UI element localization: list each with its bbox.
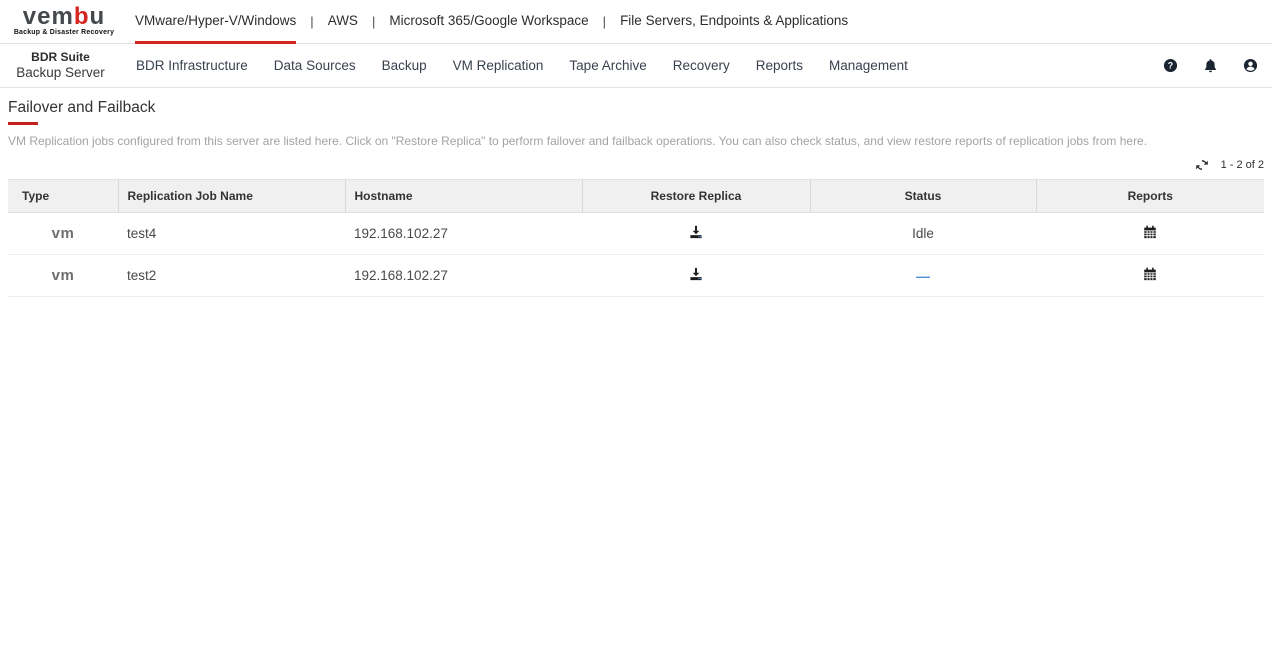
nav-vm-replication[interactable]: VM Replication: [453, 58, 544, 73]
content-area: Failover and Failback VM Replication job…: [0, 99, 1272, 297]
type-cell: vm: [8, 255, 118, 297]
reports-cell: [1036, 255, 1264, 297]
tab-vmware-hyperv-windows[interactable]: VMware/Hyper-V/Windows: [135, 0, 296, 44]
brand-tagline: Backup & Disaster Recovery: [14, 29, 114, 36]
main-nav: BDR Infrastructure Data Sources Backup V…: [136, 58, 908, 73]
col-header-reports: Reports: [1036, 180, 1264, 213]
tab-separator: |: [372, 14, 375, 29]
tab-aws[interactable]: AWS: [328, 0, 358, 44]
status-cell: Idle: [810, 213, 1036, 255]
vmware-type-icon: vm: [52, 225, 75, 242]
job-name-cell: test4: [118, 213, 345, 255]
account-icon[interactable]: [1243, 58, 1258, 73]
bell-icon[interactable]: [1203, 58, 1218, 73]
type-cell: vm: [8, 213, 118, 255]
status-dash: —: [916, 268, 930, 284]
table-toolbar: 1 - 2 of 2: [8, 156, 1264, 174]
restore-replica-download-icon[interactable]: [689, 267, 703, 281]
logo-text-suffix: u: [90, 3, 106, 30]
reports-calendar-icon[interactable]: [1143, 225, 1157, 239]
col-header-hostname: Hostname: [345, 180, 582, 213]
nav-bdr-infrastructure[interactable]: BDR Infrastructure: [136, 58, 248, 73]
col-header-restore-replica: Restore Replica: [582, 180, 810, 213]
vembu-wordmark: vembu: [23, 7, 105, 27]
page-description: VM Replication jobs configured from this…: [8, 134, 1264, 148]
vembu-logo[interactable]: vembu Backup & Disaster Recovery: [8, 0, 120, 43]
refresh-icon[interactable]: [1195, 158, 1209, 172]
header-icon-group: ?: [1163, 58, 1272, 73]
nav-management[interactable]: Management: [829, 58, 908, 73]
server-label: Backup Server: [0, 65, 121, 81]
restore-replica-cell: [582, 213, 810, 255]
col-header-replication-job-name: Replication Job Name: [118, 180, 345, 213]
vmware-type-icon: vm: [52, 267, 75, 284]
svg-text:?: ?: [1168, 61, 1173, 71]
tab-separator: |: [310, 14, 313, 29]
hostname-cell: 192.168.102.27: [345, 255, 582, 297]
suite-label: BDR Suite: [0, 51, 121, 65]
nav-tape-archive[interactable]: Tape Archive: [569, 58, 646, 73]
col-header-type: Type: [8, 180, 118, 213]
main-menu-bar: BDR Suite Backup Server BDR Infrastructu…: [0, 44, 1272, 88]
nav-recovery[interactable]: Recovery: [673, 58, 730, 73]
hostname-cell: 192.168.102.27: [345, 213, 582, 255]
tab-microsoft365-google-workspace[interactable]: Microsoft 365/Google Workspace: [389, 0, 588, 44]
logo-text-prefix: vem: [23, 3, 74, 30]
table-header-row: Type Replication Job Name Hostname Resto…: [8, 180, 1264, 213]
title-underline: [8, 122, 38, 125]
nav-data-sources[interactable]: Data Sources: [274, 58, 356, 73]
server-selector[interactable]: BDR Suite Backup Server: [0, 51, 121, 80]
pagination-label: 1 - 2 of 2: [1221, 159, 1264, 171]
nav-backup[interactable]: Backup: [382, 58, 427, 73]
table-row: vm test4 192.168.102.27 Idle: [8, 213, 1264, 255]
help-icon[interactable]: ?: [1163, 58, 1178, 73]
restore-replica-download-icon[interactable]: [689, 225, 703, 239]
top-bar: vembu Backup & Disaster Recovery VMware/…: [0, 0, 1272, 44]
restore-replica-cell: [582, 255, 810, 297]
job-name-cell: test2: [118, 255, 345, 297]
table-row: vm test2 192.168.102.27 —: [8, 255, 1264, 297]
col-header-status: Status: [810, 180, 1036, 213]
reports-calendar-icon[interactable]: [1143, 267, 1157, 281]
reports-cell: [1036, 213, 1264, 255]
nav-reports[interactable]: Reports: [756, 58, 803, 73]
tab-file-servers-endpoints-applications[interactable]: File Servers, Endpoints & Applications: [620, 0, 848, 44]
logo-text-b: b: [74, 3, 90, 30]
replication-jobs-table: Type Replication Job Name Hostname Resto…: [8, 179, 1264, 297]
tab-separator: |: [603, 14, 606, 29]
status-cell: —: [810, 255, 1036, 297]
page-title: Failover and Failback: [8, 99, 1264, 117]
product-nav: VMware/Hyper-V/Windows | AWS | Microsoft…: [135, 0, 848, 43]
